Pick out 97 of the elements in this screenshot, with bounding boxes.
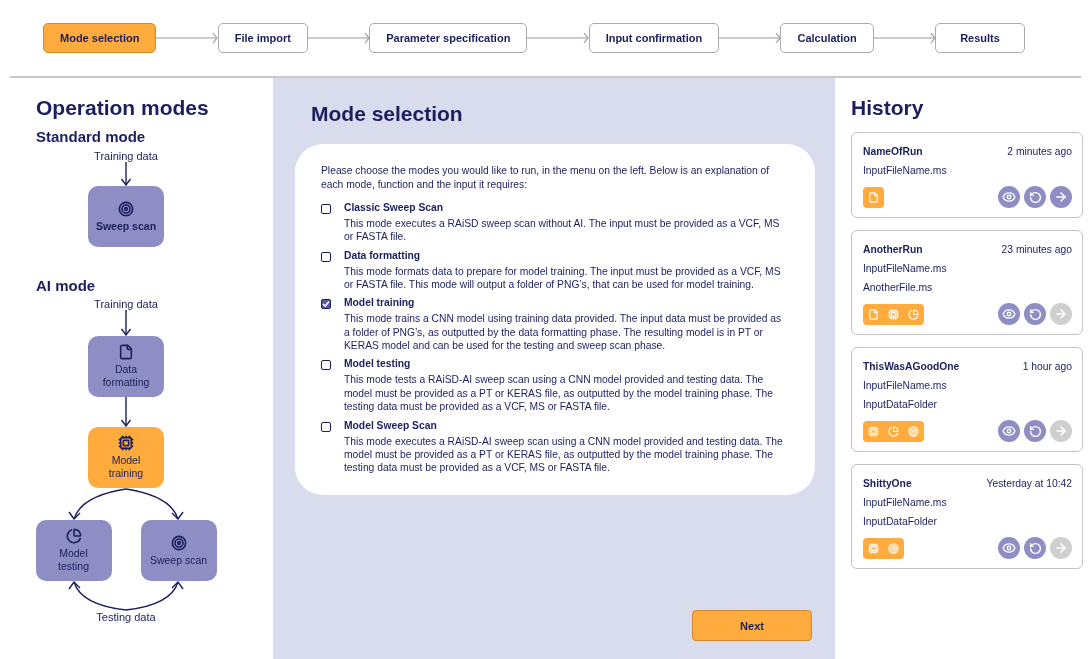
step-arrow bbox=[527, 32, 589, 44]
run-name: NameOfRun bbox=[863, 146, 923, 157]
step-tab[interactable]: File import bbox=[217, 23, 308, 53]
checkbox[interactable] bbox=[321, 421, 331, 432]
panel-title: History bbox=[851, 96, 925, 120]
file-name: InputFileName.ms bbox=[863, 165, 948, 176]
option-title: Classic Sweep Scan bbox=[344, 201, 445, 214]
file-icon bbox=[118, 344, 134, 361]
history-card[interactable]: ThisWasAGoodOne 1 hour ago InputFileName.ms InputDataFolder bbox=[851, 347, 1083, 452]
mode-node[interactable]: Model training bbox=[88, 427, 164, 488]
section-title: Standard mode bbox=[36, 128, 147, 145]
view-button[interactable] bbox=[998, 303, 1020, 325]
eye-icon bbox=[1002, 541, 1016, 555]
checkbox[interactable] bbox=[321, 299, 331, 310]
eye-icon bbox=[1002, 424, 1016, 438]
continue-button[interactable] bbox=[1050, 537, 1072, 559]
file-name: InputFileName.ms bbox=[863, 497, 948, 508]
rerun-button[interactable] bbox=[1024, 186, 1046, 208]
step-arrow bbox=[873, 32, 935, 44]
mode-node[interactable]: Model testing bbox=[35, 520, 112, 581]
step-tab[interactable]: Input confirmation bbox=[588, 23, 720, 53]
run-time: 23 minutes ago bbox=[1001, 244, 1072, 255]
rerun-button[interactable] bbox=[1024, 537, 1046, 559]
target-icon bbox=[118, 200, 134, 217]
view-button[interactable] bbox=[998, 420, 1020, 442]
option-description: This mode trains a CNN model using training data provided. The input data must be provided as a folder of PNG’s, as outputted by the data formatting phase. The resulting model is in PT or KERAS model and can be used for the testing and sweep scan phase. bbox=[344, 312, 783, 353]
file-name: InputFileName.ms bbox=[863, 263, 948, 274]
pie-chart-icon bbox=[908, 308, 919, 320]
run-time: Yesterday at 10:42 bbox=[986, 478, 1072, 489]
section-title: AI mode bbox=[36, 277, 97, 294]
history-card[interactable]: ShittyOne Yesterday at 10:42 InputFileName.ms InputDataFolder bbox=[851, 464, 1083, 569]
checkbox[interactable] bbox=[321, 251, 331, 262]
option-description: This mode executes a RAiSD sweep scan without AI. The input must be provided as a VCF, MS or FASTA file. bbox=[344, 216, 781, 244]
option-description: This mode formats data to prepare for model training. The input must be provided as a VCF, MS or FASTA file. This mode will output a folder of PNG’s, that can be used for model training. bbox=[344, 264, 782, 292]
chip-icon bbox=[868, 542, 879, 554]
undo-arrow-icon bbox=[1028, 190, 1042, 204]
view-button[interactable] bbox=[998, 186, 1020, 208]
undo-arrow-icon bbox=[1028, 424, 1042, 438]
file-name: InputDataFolder bbox=[863, 516, 938, 527]
mode-node[interactable]: Sweep scan bbox=[140, 520, 217, 581]
undo-arrow-icon bbox=[1028, 307, 1042, 321]
intro-text: Please choose the modes you would like to run, in the menu on the left. Below is an explanation of each mode, function and the input it requires: bbox=[321, 164, 771, 192]
target-icon bbox=[888, 542, 899, 554]
eye-icon bbox=[1002, 307, 1016, 321]
option-description: This mode tests a RAiSD-AI sweep scan using a CNN model provided and testing data. The model must be provided as a PT or KERAS file, as outputted by the model training phase. The testing data must be provided as a VCF, MS or FASTA file. bbox=[344, 373, 774, 414]
step-arrow bbox=[156, 32, 218, 44]
mode-node[interactable]: Sweep scan bbox=[88, 186, 164, 247]
target-icon bbox=[170, 534, 187, 551]
input-label: Training data bbox=[94, 150, 158, 162]
output-label: Testing data bbox=[96, 611, 156, 623]
history-card[interactable]: NameOfRun 2 minutes ago InputFileName.ms bbox=[851, 132, 1083, 218]
target-icon bbox=[908, 425, 919, 437]
file-name: InputDataFolder bbox=[863, 399, 938, 410]
continue-button[interactable] bbox=[1050, 303, 1072, 325]
rerun-button[interactable] bbox=[1024, 303, 1046, 325]
step-tab[interactable]: Mode selection bbox=[43, 23, 157, 53]
step-tab[interactable]: Results bbox=[935, 23, 1025, 53]
continue-button[interactable] bbox=[1050, 420, 1072, 442]
chip-icon bbox=[868, 425, 879, 437]
run-name: AnotherRun bbox=[863, 244, 923, 255]
continue-button[interactable] bbox=[1050, 186, 1072, 208]
next-button[interactable]: Next bbox=[692, 610, 812, 641]
run-time: 1 hour ago bbox=[1022, 361, 1072, 372]
pie-chart-icon bbox=[65, 528, 82, 545]
option-title: Model training bbox=[344, 297, 416, 310]
file-icon bbox=[868, 308, 879, 320]
page-title: Mode selection bbox=[311, 102, 464, 126]
file-name: AnotherFile.ms bbox=[863, 282, 934, 293]
view-button[interactable] bbox=[998, 537, 1020, 559]
history-card[interactable]: AnotherRun 23 minutes ago InputFileName.ms AnotherFile.ms bbox=[851, 230, 1083, 335]
mode-node[interactable]: Data formatting bbox=[88, 336, 164, 397]
file-name: InputFileName.ms bbox=[863, 380, 948, 391]
option-title: Data formatting bbox=[344, 249, 422, 262]
chip-icon bbox=[118, 435, 134, 452]
arrow bbox=[120, 397, 132, 427]
step-arrow bbox=[719, 32, 781, 44]
run-name: ThisWasAGoodOne bbox=[863, 361, 960, 372]
step-tab[interactable]: Parameter specification bbox=[369, 23, 528, 53]
step-arrow bbox=[307, 32, 370, 44]
option-title: Model Sweep Scan bbox=[344, 419, 438, 432]
pie-chart-icon bbox=[888, 425, 899, 437]
undo-arrow-icon bbox=[1028, 541, 1042, 555]
checkbox[interactable] bbox=[321, 360, 331, 371]
option-title: Model testing bbox=[344, 358, 412, 371]
checkbox[interactable] bbox=[321, 203, 331, 214]
eye-icon bbox=[1002, 190, 1016, 204]
file-icon bbox=[868, 191, 879, 203]
arrow bbox=[120, 162, 132, 186]
run-time: 2 minutes ago bbox=[1007, 146, 1072, 157]
chip-icon bbox=[888, 308, 899, 320]
run-name: ShittyOne bbox=[863, 478, 912, 489]
panel-title: Operation modes bbox=[36, 96, 210, 120]
rerun-button[interactable] bbox=[1024, 420, 1046, 442]
arrow bbox=[120, 310, 132, 336]
option-description: This mode executes a RAiSD-AI sweep scan using a CNN model provided and testing data. The model must be provided as a PT or KERAS file, as outputted by the model training phase. The testing data must be provided as a VCF, MS or FASTA file. bbox=[344, 434, 784, 475]
step-tab[interactable]: Calculation bbox=[780, 23, 874, 53]
input-label: Training data bbox=[94, 298, 158, 310]
